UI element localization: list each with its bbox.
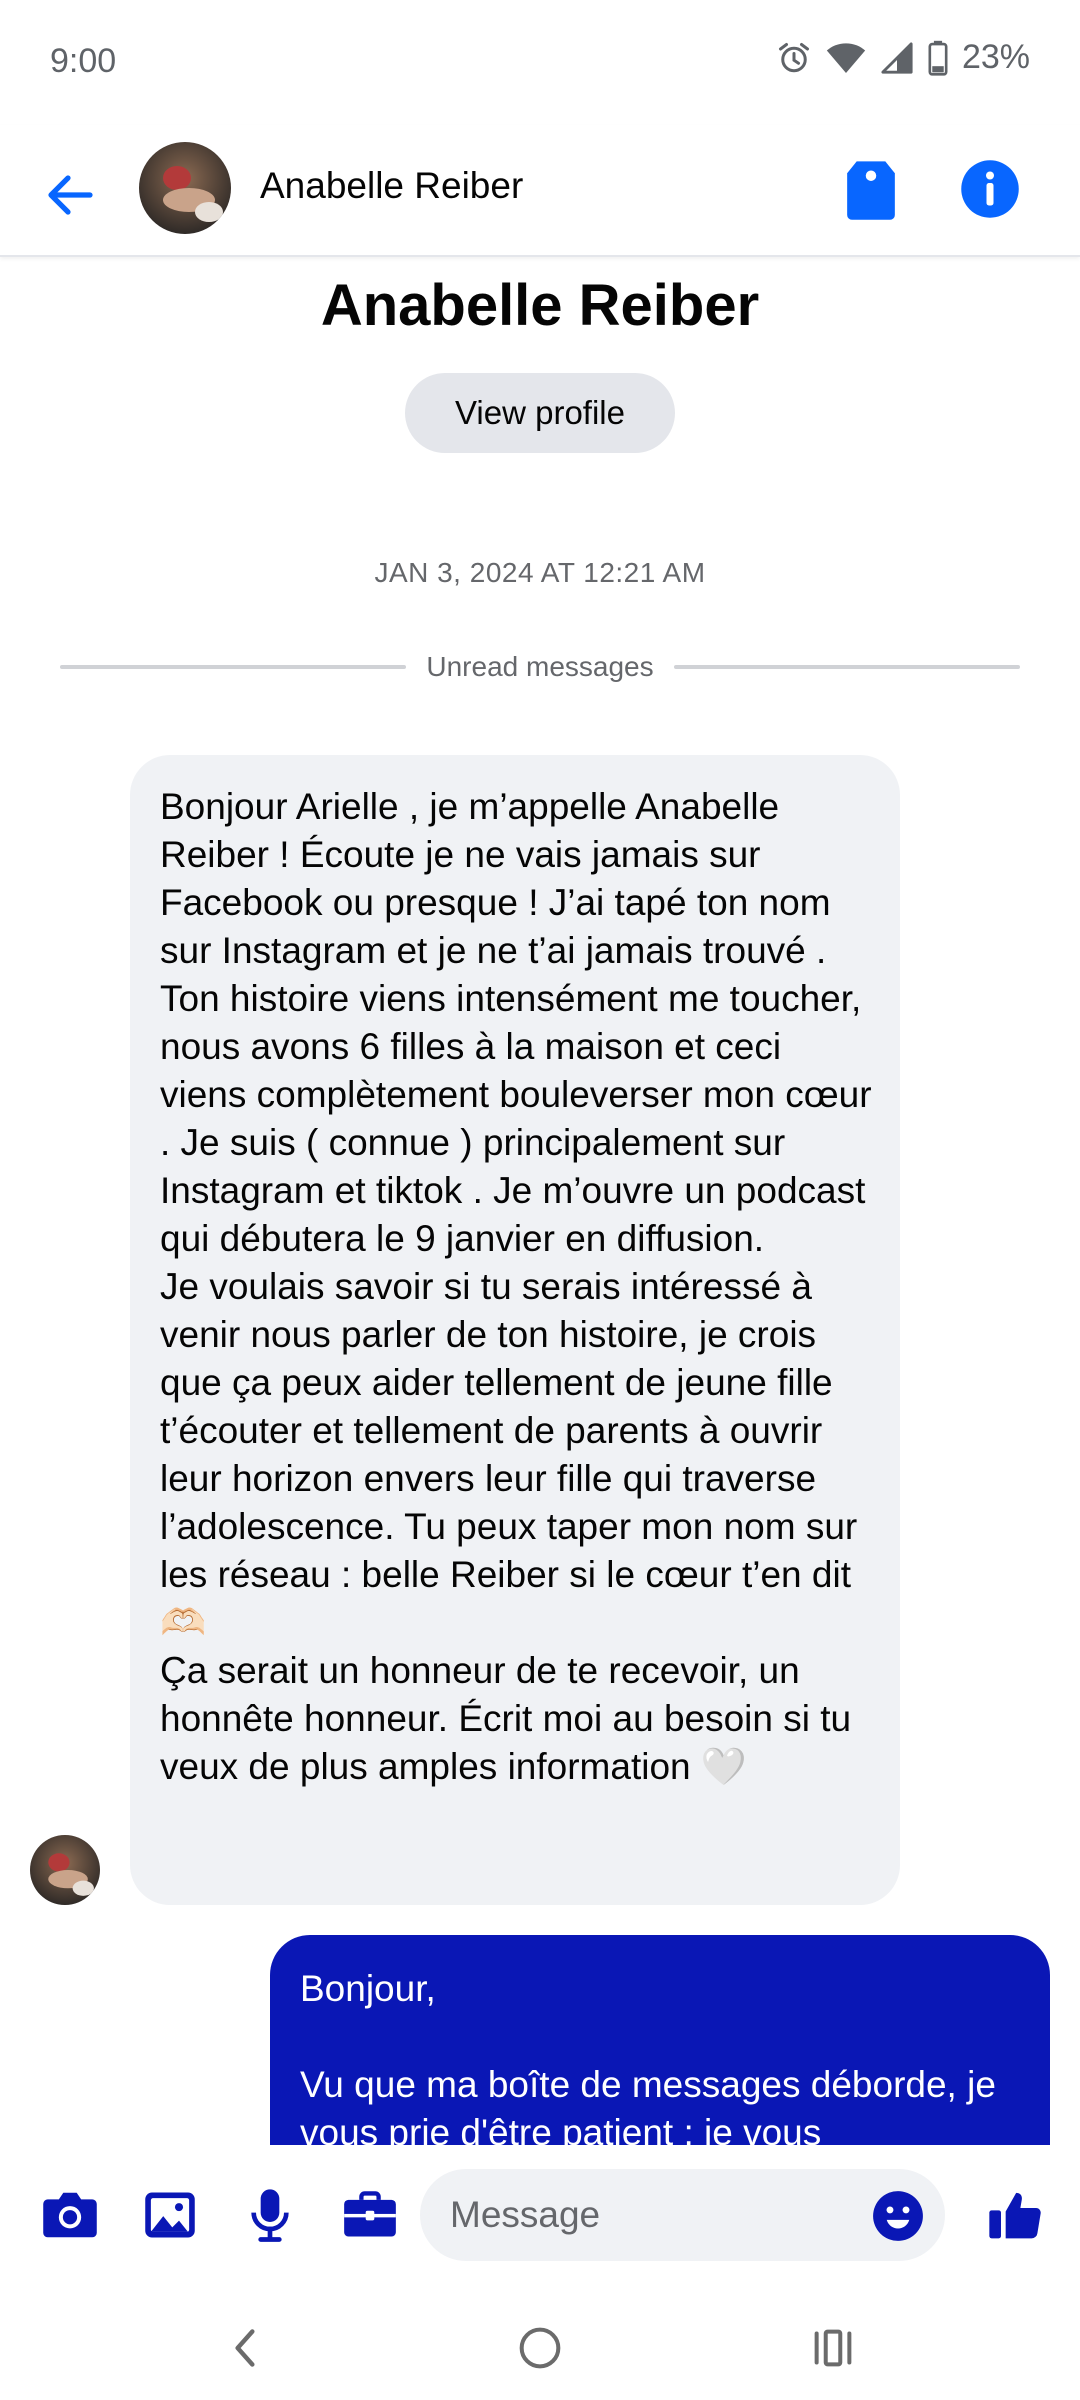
conversation-thread[interactable]: Anabelle Reiber View profile JAN 3, 2024… — [0, 257, 1080, 2145]
message-input-container[interactable] — [420, 2169, 945, 2261]
recents-nav-icon — [814, 2329, 852, 2367]
divider-line — [60, 665, 407, 669]
microphone-icon — [251, 2189, 289, 2242]
back-button[interactable] — [38, 163, 102, 227]
home-nav-button[interactable] — [510, 2318, 570, 2378]
thumbs-up-button[interactable] — [985, 2185, 1045, 2245]
message-timestamp: JAN 3, 2024 AT 12:21 AM — [374, 557, 706, 588]
tag-icon — [847, 161, 895, 220]
back-arrow-icon — [48, 175, 93, 215]
gallery-icon — [145, 2192, 195, 2238]
tag-button[interactable] — [842, 159, 900, 221]
info-icon — [961, 160, 1019, 218]
unread-divider: Unread messages — [60, 647, 1021, 687]
gallery-button[interactable] — [140, 2185, 200, 2245]
microphone-button[interactable] — [240, 2185, 300, 2245]
status-bar: 9:00 23% — [0, 0, 1080, 125]
thumbs-up-icon — [989, 2192, 1041, 2239]
outgoing-message-bubble[interactable]: Bonjour, Vu que ma boîte de messages déb… — [270, 1935, 1050, 2145]
briefcase-icon — [344, 2191, 396, 2237]
view-profile-button[interactable]: View profile — [405, 373, 675, 453]
conversation-header: Anabelle Reiber — [0, 125, 1080, 257]
outgoing-message-text: Bonjour, Vu que ma boîte de messages déb… — [300, 1968, 996, 2145]
message-input[interactable] — [450, 2169, 850, 2261]
unread-label: Unread messages — [426, 651, 654, 682]
alarm-icon — [776, 40, 812, 76]
recents-nav-button[interactable] — [803, 2318, 863, 2378]
message-composer — [0, 2145, 1080, 2290]
incoming-message-bubble[interactable]: Bonjour Arielle , je m’appelle Anabelle … — [130, 755, 900, 1905]
incoming-message-text: Bonjour Arielle , je m’appelle Anabelle … — [160, 786, 872, 1787]
battery-percentage: 23% — [961, 38, 1030, 76]
emoji-icon — [873, 2191, 923, 2241]
contact-name[interactable]: Anabelle Reiber — [260, 165, 523, 207]
camera-icon — [43, 2192, 97, 2238]
back-nav-button[interactable] — [215, 2318, 275, 2378]
status-icons: 23% — [776, 38, 1030, 77]
signal-icon — [880, 41, 914, 75]
emoji-button[interactable] — [872, 2190, 924, 2242]
camera-button[interactable] — [40, 2185, 100, 2245]
battery-icon — [928, 40, 948, 76]
system-navigation-bar — [0, 2290, 1080, 2400]
divider-line — [673, 665, 1021, 669]
contact-avatar[interactable] — [139, 142, 231, 234]
wifi-icon — [826, 41, 866, 75]
messenger-screen: 9:00 23% Anabelle Reiber Anabelle Reiber… — [0, 0, 1080, 2400]
profile-name: Anabelle Reiber — [320, 273, 760, 338]
home-nav-icon — [519, 2327, 561, 2369]
info-button[interactable] — [960, 159, 1020, 219]
briefcase-button[interactable] — [340, 2185, 400, 2245]
back-nav-icon — [235, 2329, 255, 2367]
status-time: 9:00 — [50, 42, 117, 80]
sender-avatar[interactable] — [30, 1835, 100, 1905]
